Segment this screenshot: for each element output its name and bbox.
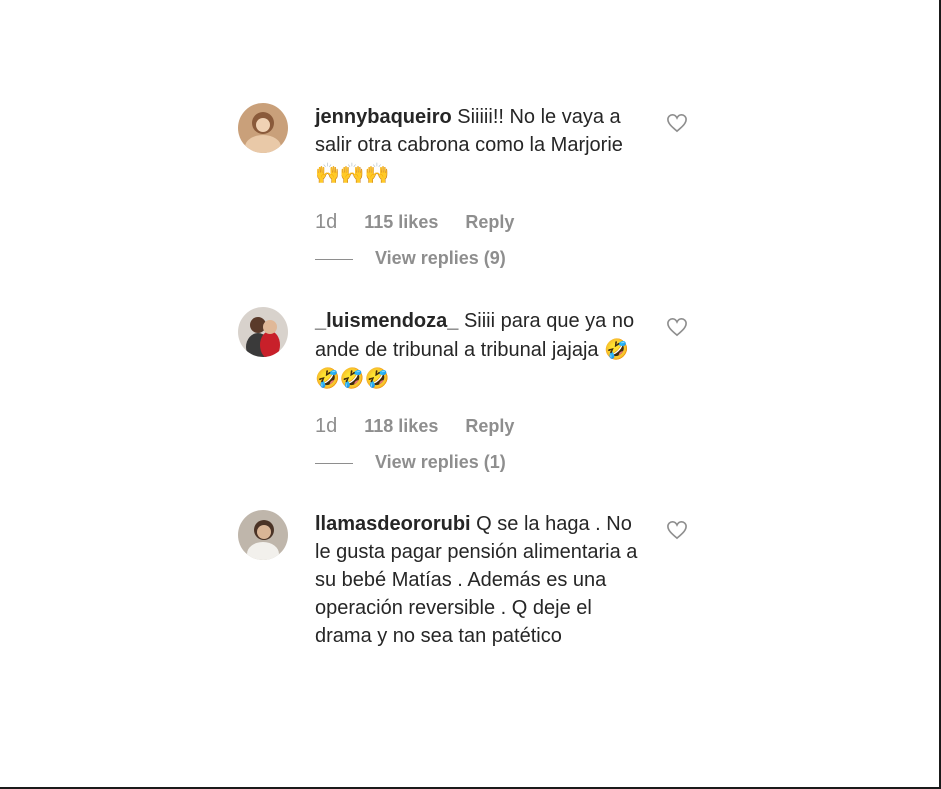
- replies-divider: [315, 258, 353, 260]
- view-replies-link[interactable]: View replies (1): [315, 452, 506, 473]
- heart-outline-icon[interactable]: [666, 520, 688, 540]
- replies-divider: [315, 462, 353, 464]
- user-avatar-icon[interactable]: [238, 307, 288, 357]
- heart-outline-icon[interactable]: [666, 317, 688, 337]
- comment-meta: 1d 118 likes Reply: [315, 415, 536, 438]
- comment-likes[interactable]: 118 likes: [364, 416, 438, 437]
- view-replies-link[interactable]: View replies (9): [315, 248, 506, 269]
- comment-time: 1d: [315, 211, 338, 233]
- comment-body: llamasdeororubi Q se la haga . No le gus…: [315, 510, 645, 650]
- comment-body: _luismendoza_ Siiii para que ya no ande …: [315, 307, 645, 393]
- comment-body: jennybaqueiro Siiiii!! No le vaya a sali…: [315, 103, 645, 188]
- comment-username[interactable]: llamasdeororubi: [315, 513, 471, 535]
- reply-button[interactable]: Reply: [465, 212, 514, 233]
- reply-button[interactable]: Reply: [465, 416, 514, 437]
- comment-emoji: 🙌🙌🙌: [315, 161, 390, 185]
- comment-likes[interactable]: 115 likes: [364, 212, 438, 233]
- comment-username[interactable]: _luismendoza_: [315, 310, 458, 332]
- screenshot-frame: jennybaqueiro Siiiii!! No le vaya a sali…: [0, 0, 941, 789]
- view-replies-label[interactable]: View replies (9): [375, 248, 506, 268]
- user-avatar-icon[interactable]: [238, 510, 288, 560]
- heart-outline-icon[interactable]: [666, 113, 688, 133]
- user-avatar-icon[interactable]: [238, 103, 288, 153]
- comment-meta: 1d 115 likes Reply: [315, 211, 536, 234]
- comment-time: 1d: [315, 415, 338, 437]
- view-replies-label[interactable]: View replies (1): [375, 452, 506, 472]
- comment-username[interactable]: jennybaqueiro: [315, 106, 452, 128]
